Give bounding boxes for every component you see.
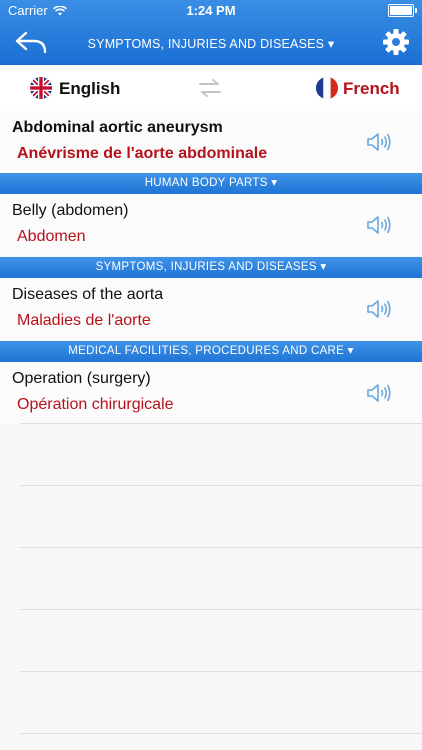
france-flag-icon[interactable] bbox=[316, 77, 338, 99]
row-divider bbox=[20, 609, 422, 610]
target-language-label[interactable]: French bbox=[343, 79, 400, 99]
phrase-row[interactable]: Operation (surgery) Opération chirurgica… bbox=[0, 362, 422, 424]
empty-list-area bbox=[0, 423, 422, 750]
battery-icon bbox=[388, 4, 417, 17]
row-divider bbox=[20, 485, 422, 486]
speaker-icon[interactable] bbox=[366, 298, 392, 320]
speaker-icon[interactable] bbox=[366, 214, 392, 236]
phrase-target-text: Opération chirurgicale bbox=[17, 396, 174, 413]
speaker-icon[interactable] bbox=[366, 131, 392, 153]
status-time: 1:24 PM bbox=[186, 3, 236, 18]
row-divider bbox=[20, 547, 422, 548]
phrase-source-text: Abdominal aortic aneurysm bbox=[12, 119, 223, 136]
phrase-row[interactable]: Abdominal aortic aneurysm Anévrisme de l… bbox=[0, 111, 422, 173]
row-divider bbox=[20, 733, 422, 734]
phrase-source-text: Operation (surgery) bbox=[12, 370, 151, 387]
phrase-source-text: Diseases of the aorta bbox=[12, 286, 164, 303]
back-arrow-icon[interactable] bbox=[14, 30, 48, 56]
phrase-row[interactable]: Diseases of the aorta Maladies de l'aort… bbox=[0, 278, 422, 340]
row-divider bbox=[20, 671, 422, 672]
gear-icon[interactable] bbox=[382, 28, 410, 56]
section-header[interactable]: SYMPTOMS, INJURIES AND DISEASES ▾ bbox=[0, 257, 422, 278]
section-header[interactable]: MEDICAL FACILITIES, PROCEDURES AND CARE … bbox=[0, 341, 422, 362]
phrase-target-text: Abdomen bbox=[17, 228, 86, 245]
phrase-row[interactable]: Belly (abdomen) Abdomen bbox=[0, 194, 422, 256]
nav-bar: SYMPTOMS, INJURIES AND DISEASES ▾ bbox=[0, 20, 422, 65]
phrase-target-text: Maladies de l'aorte bbox=[17, 312, 151, 329]
category-dropdown[interactable]: SYMPTOMS, INJURIES AND DISEASES ▾ bbox=[60, 36, 362, 51]
row-divider bbox=[20, 423, 422, 424]
source-language-label[interactable]: English bbox=[59, 79, 120, 99]
phrase-target-text: Anévrisme de l'aorte abdominale bbox=[17, 145, 268, 162]
speaker-icon[interactable] bbox=[366, 382, 392, 404]
uk-flag-icon[interactable] bbox=[30, 77, 52, 99]
language-bar: English French bbox=[0, 65, 422, 112]
status-bar: Carrier 1:24 PM bbox=[0, 0, 422, 20]
section-header[interactable]: HUMAN BODY PARTS ▾ bbox=[0, 173, 422, 194]
swap-languages-icon[interactable] bbox=[198, 78, 222, 98]
phrase-source-text: Belly (abdomen) bbox=[12, 202, 129, 219]
top-bar: Carrier 1:24 PM SYMPTOMS, INJURIES AND D… bbox=[0, 0, 422, 65]
